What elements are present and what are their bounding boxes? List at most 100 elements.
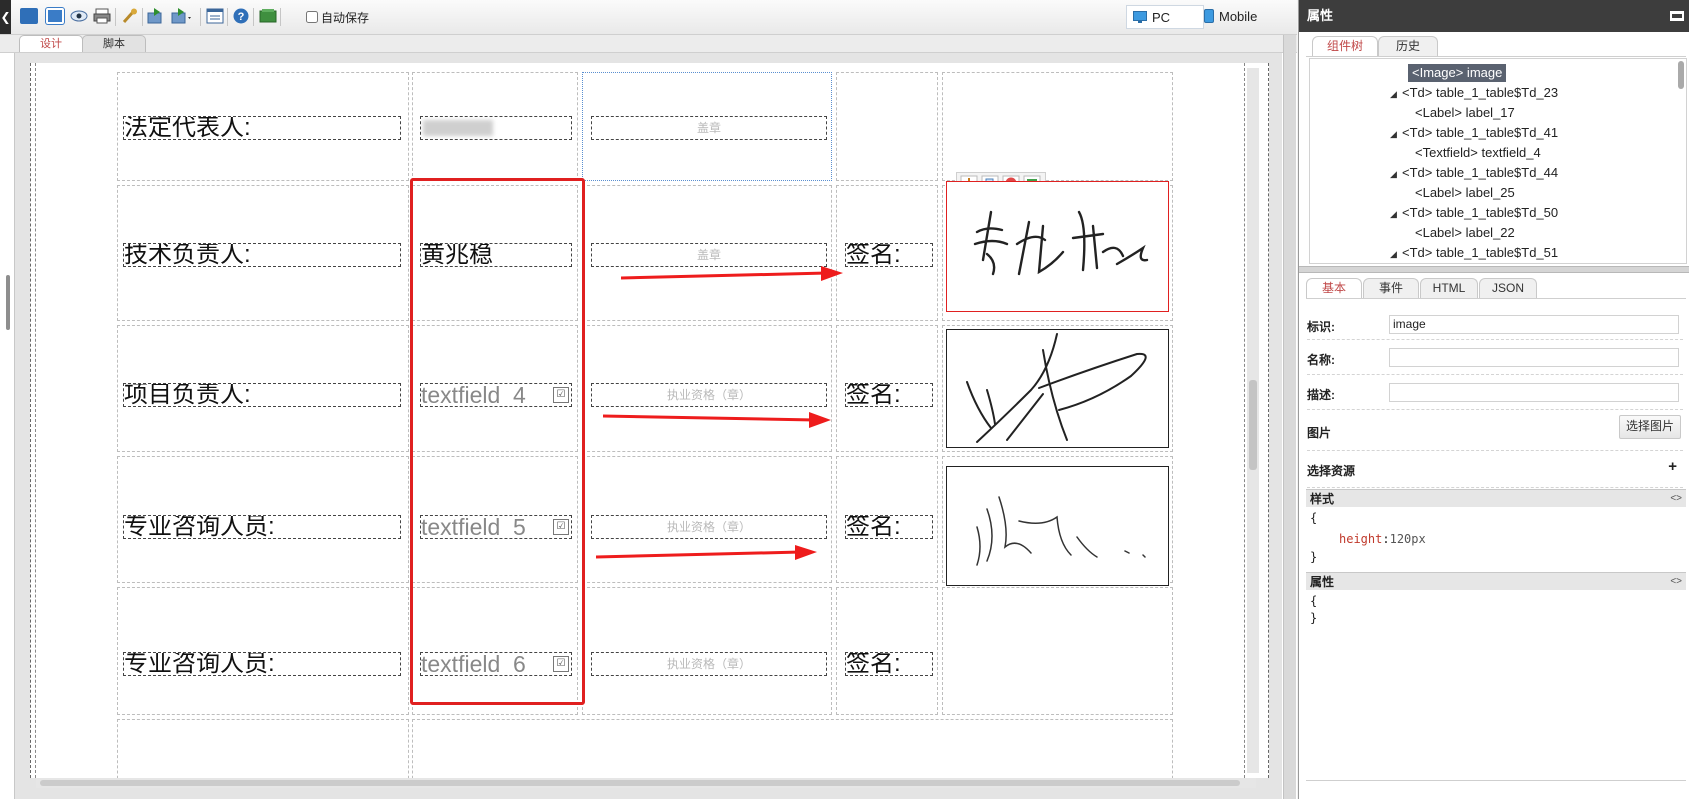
save-icon[interactable] [20, 8, 38, 24]
tree-node-selected[interactable]: <Image> image [1408, 64, 1507, 82]
tree-scroll-thumb[interactable] [1678, 61, 1684, 89]
qualification-stamp-field[interactable]: 执业资格（章） [591, 652, 827, 676]
tab-design[interactable]: 设计 [19, 35, 83, 52]
list-icon[interactable] [206, 8, 224, 24]
tab-component-tree[interactable]: 组件树 [1312, 36, 1378, 56]
import-icon[interactable] [146, 8, 164, 24]
style-colon: : [1382, 532, 1390, 546]
style-declaration[interactable]: height:120px [1339, 531, 1426, 548]
sign-label[interactable]: 签名: [845, 652, 933, 676]
tab-history[interactable]: 历史 [1378, 36, 1438, 56]
tree-node[interactable]: <Label> label_17 [1415, 104, 1515, 122]
tools-icon[interactable] [121, 8, 139, 24]
panel-divider[interactable] [1299, 266, 1689, 273]
highlight-box [410, 178, 585, 705]
pc-view-button[interactable]: PC [1126, 5, 1204, 29]
image-label: 图片 [1307, 426, 1332, 440]
pc-label: PC [1152, 9, 1171, 25]
divider [1306, 780, 1686, 781]
code-icon[interactable]: <> [1670, 490, 1682, 508]
property-row-id: 标识: image [1307, 310, 1683, 340]
sign-label[interactable]: 签名: [845, 383, 933, 407]
tree-node[interactable]: <Label> label_22 [1415, 224, 1515, 242]
name-input[interactable] [1389, 348, 1679, 367]
export-icon[interactable] [170, 8, 194, 24]
sign-label[interactable]: 签名: [845, 515, 933, 539]
tree-node[interactable]: ◢ <Td> table_1_table$Td_44 [1390, 164, 1558, 183]
tree-node[interactable]: <Label> label_25 [1415, 184, 1515, 202]
designer-area: ❮ ? 自动保存 PC Mobile 设计 脚本 法定代表人: 盖章 技术负责人… [0, 0, 1297, 799]
preview-icon[interactable] [70, 8, 88, 24]
label-legal-rep[interactable]: 法定代表人: [123, 116, 401, 140]
signature-image-selected[interactable] [946, 181, 1169, 312]
tab-json[interactable]: JSON [1479, 278, 1537, 298]
autosave-checkbox[interactable]: 自动保存 [306, 8, 369, 26]
label-project-lead[interactable]: 项目负责人: [123, 383, 401, 407]
tab-events[interactable]: 事件 [1363, 278, 1419, 298]
id-input[interactable]: image [1389, 315, 1679, 334]
signature-image[interactable] [946, 329, 1169, 448]
expand-arrow-icon[interactable]: ◢ [1390, 205, 1402, 223]
expand-arrow-icon[interactable]: ◢ [1390, 165, 1402, 183]
form-cell[interactable] [412, 719, 1173, 778]
tab-basic[interactable]: 基本 [1306, 278, 1362, 298]
help-icon[interactable]: ? [232, 8, 250, 24]
autosave-check[interactable] [306, 11, 318, 23]
stamp-field[interactable]: 盖章 [591, 116, 827, 140]
tree-node[interactable]: ◢ <Td> table_1_table$Td_50 [1390, 204, 1558, 223]
horizontal-scroll-thumb[interactable] [40, 780, 1240, 786]
panel-title: 属性 [1299, 0, 1689, 32]
arrow-annotation [621, 266, 843, 281]
vertical-scroll-thumb[interactable] [1249, 380, 1257, 470]
resize-handle[interactable] [6, 275, 10, 330]
tree-node[interactable]: <Textfield> textfield_4 [1415, 144, 1541, 162]
name-label: 名称: [1307, 353, 1335, 367]
toolbar: ❮ ? 自动保存 PC Mobile [0, 0, 1297, 35]
panel-splitter[interactable] [1283, 35, 1296, 799]
arrow-annotation [603, 412, 831, 428]
form-cell[interactable] [942, 587, 1173, 715]
form-cell[interactable] [942, 72, 1173, 181]
style-key: height [1339, 532, 1383, 546]
tree-node[interactable]: ◢ <Td> table_1_table$Td_51 [1390, 244, 1558, 263]
properties-panel: 属性 组件树 历史 <Image> image ◢ <Td> table_1_ta… [1298, 0, 1689, 799]
label-consultant[interactable]: 专业咨询人员: [123, 652, 401, 676]
property-tabs: 基本 事件 HTML JSON [1306, 278, 1686, 299]
mobile-label: Mobile [1219, 8, 1258, 24]
signature-image[interactable] [946, 466, 1169, 586]
signature-drawing [976, 496, 1146, 566]
mobile-view-button[interactable]: Mobile [1198, 5, 1290, 27]
code-icon[interactable]: <> [1670, 573, 1682, 591]
label-consultant[interactable]: 专业咨询人员: [123, 515, 401, 539]
desc-input[interactable] [1389, 383, 1679, 402]
minimize-icon[interactable] [1670, 11, 1684, 21]
label-tech-lead[interactable]: 技术负责人: [123, 243, 401, 267]
signature-drawing [973, 210, 1149, 276]
form-cell[interactable] [117, 587, 409, 715]
form-cell[interactable] [836, 72, 938, 181]
property-row-image: 图片 选择图片 [1307, 411, 1683, 451]
form-cell[interactable] [117, 719, 409, 778]
add-resource-icon[interactable]: + [1668, 458, 1677, 475]
expand-arrow-icon[interactable]: ◢ [1390, 125, 1402, 143]
component-tree: <Image> image ◢ <Td> table_1_table$Td_23 … [1309, 58, 1687, 264]
tab-script[interactable]: 脚本 [82, 35, 146, 52]
expand-arrow-icon[interactable]: ◢ [1390, 85, 1402, 103]
image-icon[interactable] [259, 8, 277, 24]
choose-image-button[interactable]: 选择图片 [1619, 415, 1681, 439]
save-as-icon[interactable] [46, 8, 64, 24]
tree-node[interactable]: ◢ <Td> table_1_table$Td_23 [1390, 84, 1558, 103]
collapse-left-icon[interactable]: ❮ [0, 0, 11, 34]
print-icon[interactable] [93, 8, 111, 24]
tree-node[interactable]: ◢ <Td> table_1_table$Td_41 [1390, 124, 1558, 143]
blurred-name-field[interactable] [420, 116, 572, 140]
tab-html[interactable]: HTML [1420, 278, 1478, 298]
attributes-section-header: 属性 <> [1306, 572, 1686, 590]
property-row-name: 名称: [1307, 341, 1683, 375]
panel-top-tabs: 组件树 历史 [1306, 36, 1686, 57]
attr-close-brace: } [1310, 611, 1318, 625]
form-cell[interactable] [836, 587, 938, 715]
attributes-header-label: 属性 [1310, 575, 1335, 589]
form-cell[interactable] [582, 587, 832, 715]
expand-arrow-icon[interactable]: ◢ [1390, 245, 1402, 263]
